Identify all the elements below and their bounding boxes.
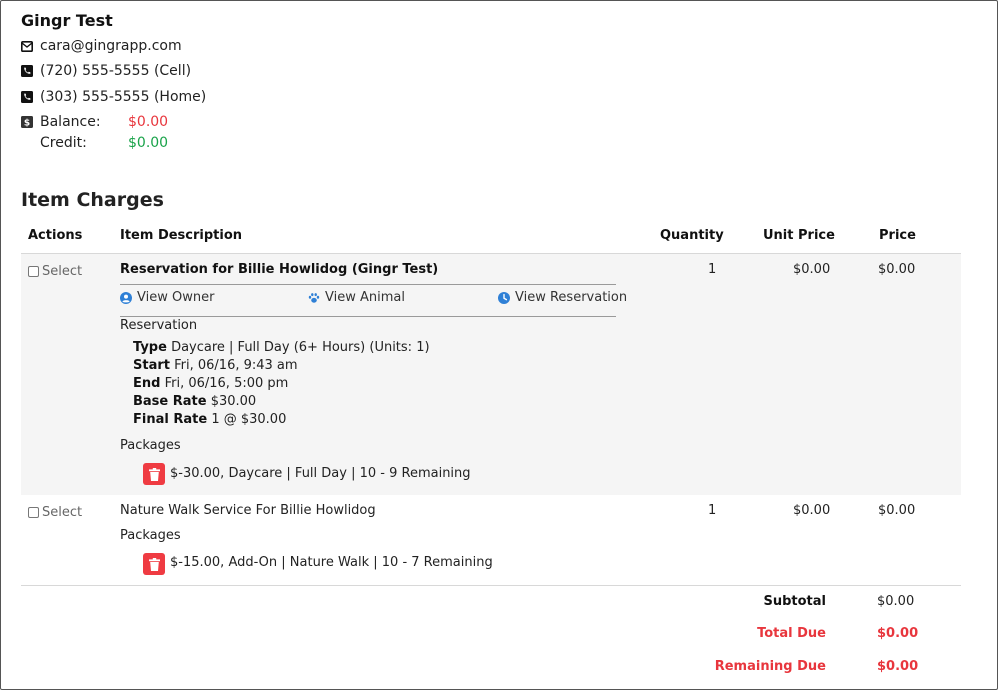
remove-package-button[interactable]: [143, 463, 165, 485]
paw-icon: [308, 292, 320, 304]
remove-package-button[interactable]: [143, 553, 165, 575]
item-unit-price: $0.00: [793, 262, 831, 277]
checkbox[interactable]: [28, 266, 39, 277]
item-price: $0.00: [878, 503, 916, 518]
subtotal-label: Subtotal: [763, 594, 826, 609]
credit-label: Credit:: [40, 135, 87, 151]
view-reservation-label: View Reservation: [515, 290, 628, 305]
item-price: $0.00: [878, 262, 916, 277]
item-quantity: 1: [708, 262, 717, 277]
customer-phone-cell: (720) 555-5555 (Cell): [40, 63, 192, 79]
select-label: Select: [42, 505, 83, 520]
view-owner-label: View Owner: [137, 290, 215, 305]
dollar-icon: $: [21, 116, 33, 128]
detail-type: Type Daycare | Full Day (6+ Hours) (Unit…: [133, 340, 430, 355]
view-animal-link[interactable]: View Animal: [308, 290, 405, 305]
customer-phone-home: (303) 555-5555 (Home): [40, 89, 207, 105]
packages-label: Packages: [120, 438, 181, 453]
customer-email[interactable]: cara@gingrapp.com: [40, 38, 182, 54]
header-description: Item Description: [120, 228, 243, 243]
item-title: Nature Walk Service For Billie Howlidog: [120, 503, 376, 518]
view-owner-link[interactable]: View Owner: [120, 290, 214, 305]
envelope-icon: [21, 40, 33, 52]
customer-home-row: (303) 555-5555 (Home): [21, 87, 206, 107]
clock-icon: [498, 291, 510, 304]
svg-text:$: $: [24, 119, 30, 129]
checkbox[interactable]: [28, 507, 39, 518]
header-unit-price: Unit Price: [763, 228, 835, 243]
reservation-label: Reservation: [120, 318, 198, 333]
phone-icon: [21, 91, 33, 103]
select-label: Select: [42, 264, 83, 279]
balance-value: $0.00: [128, 114, 169, 130]
item-quantity: 1: [708, 503, 717, 518]
links-top-divider: [120, 284, 616, 285]
remaining-due-value: $0.00: [877, 659, 919, 674]
view-animal-label: View Animal: [325, 290, 405, 305]
customer-name: Gingr Test: [21, 11, 113, 30]
detail-end: End Fri, 06/16, 5:00 pm: [133, 376, 289, 391]
package-item: $-30.00, Daycare | Full Day | 10 - 9 Rem…: [170, 466, 471, 481]
packages-label: Packages: [120, 528, 181, 543]
phone-icon: [21, 65, 33, 77]
row-select-checkbox[interactable]: Select: [28, 264, 82, 279]
links-bottom-divider: [120, 316, 616, 317]
detail-start: Start Fri, 06/16, 9:43 am: [133, 358, 298, 373]
header-price: Price: [879, 228, 916, 243]
customer-balance-row: $ Balance: $0.00: [21, 112, 168, 132]
row-divider: [21, 585, 961, 586]
subtotal-value: $0.00: [877, 594, 915, 609]
customer-cell-row: (720) 555-5555 (Cell): [21, 61, 191, 81]
view-reservation-link[interactable]: View Reservation: [498, 290, 627, 305]
trash-icon: [148, 467, 160, 481]
item-title: Reservation for Billie Howlidog (Gingr T…: [120, 262, 439, 277]
balance-label: Balance:: [40, 114, 101, 130]
detail-final-rate: Final Rate 1 @ $30.00: [133, 412, 287, 427]
header-quantity: Quantity: [660, 228, 724, 243]
row-select-checkbox[interactable]: Select: [28, 505, 82, 520]
customer-credit-row: Credit: $0.00: [40, 133, 168, 153]
header-actions: Actions: [28, 228, 83, 243]
total-due-label: Total Due: [757, 626, 826, 641]
total-due-value: $0.00: [877, 626, 919, 641]
detail-base-rate: Base Rate $30.00: [133, 394, 257, 409]
credit-value: $0.00: [128, 135, 169, 151]
customer-email-row: cara@gingrapp.com: [21, 36, 182, 56]
package-item: $-15.00, Add-On | Nature Walk | 10 - 7 R…: [170, 555, 493, 570]
user-circle-icon: [120, 291, 132, 304]
item-unit-price: $0.00: [793, 503, 831, 518]
remaining-due-label: Remaining Due: [714, 659, 826, 674]
trash-icon: [148, 557, 160, 571]
section-title: Item Charges: [21, 189, 164, 211]
